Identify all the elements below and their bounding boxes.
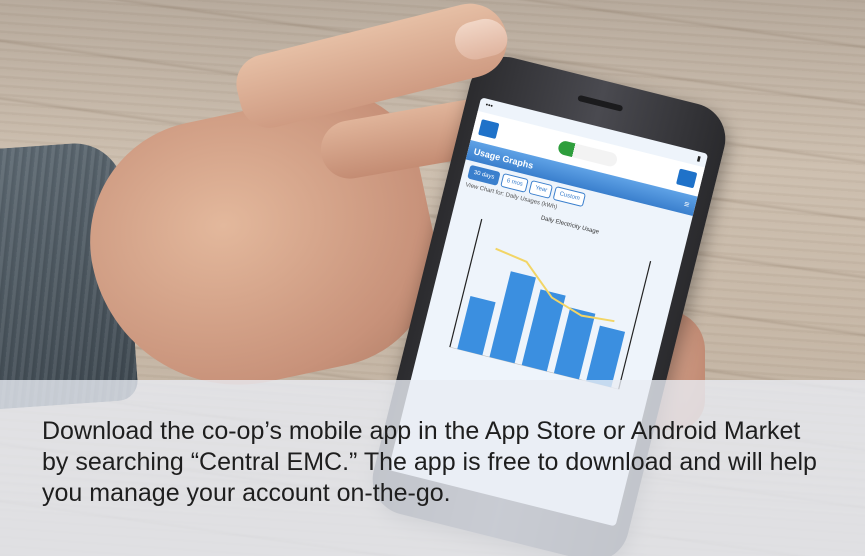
menu-icon: [478, 119, 500, 140]
tab-30-days: 30 days: [467, 164, 501, 186]
signal-icon: •••: [484, 101, 494, 111]
list-icon: ≡: [683, 198, 691, 210]
account-icon: [676, 168, 698, 189]
tab-custom: Custom: [553, 186, 587, 208]
tab-year: Year: [528, 180, 554, 200]
battery-icon: ▮: [696, 155, 702, 164]
usage-chart-svg: [449, 218, 652, 390]
y2-axis: [618, 261, 652, 390]
usage-bar: [457, 296, 496, 356]
usage-chart: [432, 207, 668, 402]
usage-bar: [553, 307, 596, 380]
usage-bar: [586, 325, 626, 388]
phone-earpiece: [577, 94, 624, 112]
caption-text: Download the co-op’s mobile app in the A…: [42, 417, 817, 507]
tab-6-mos: 6 mos: [500, 172, 530, 193]
